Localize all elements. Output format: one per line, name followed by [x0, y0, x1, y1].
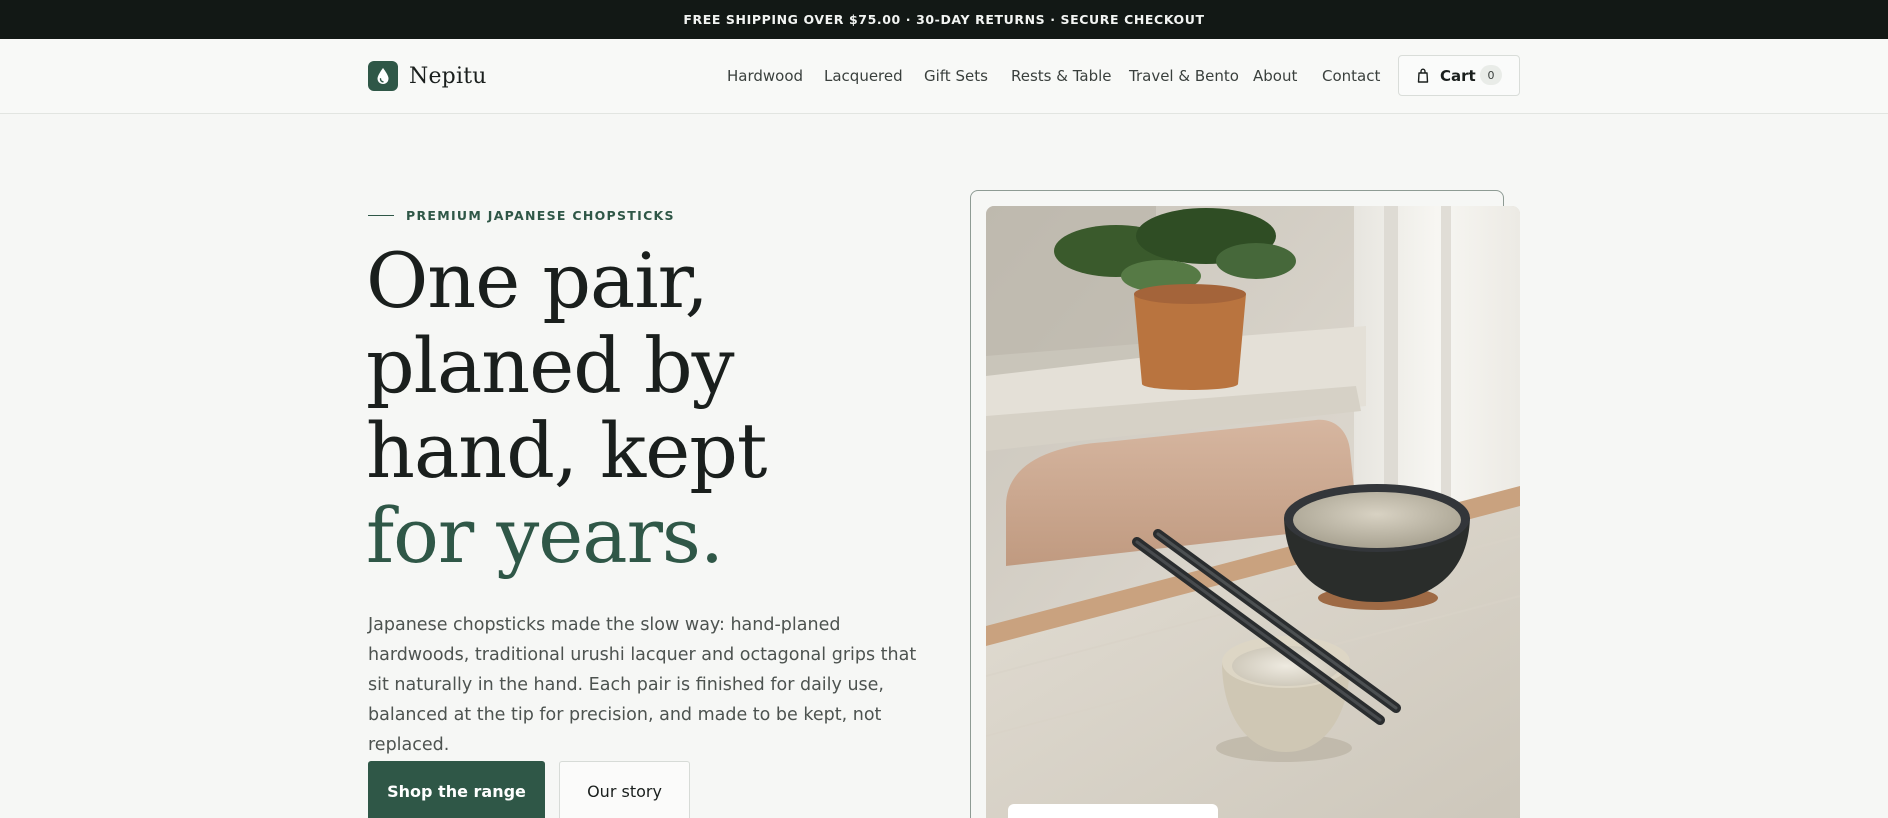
- nav-item-travel-bento[interactable]: Travel & Bento: [1129, 67, 1239, 85]
- hero-headline: One pair, planed by hand, kept for years…: [366, 238, 966, 578]
- our-story-button[interactable]: Our story: [559, 761, 690, 818]
- brand-logo[interactable]: Nepitu: [368, 61, 487, 91]
- brand-name: Nepitu: [409, 63, 487, 89]
- cart-button[interactable]: Cart 0: [1398, 55, 1520, 96]
- nav-item-lacquered[interactable]: Lacquered: [824, 67, 903, 85]
- droplet-icon: [368, 61, 398, 91]
- cart-label: Cart: [1440, 67, 1476, 85]
- announcement-text: FREE SHIPPING OVER $75.00 · 30-DAY RETUR…: [683, 12, 1205, 27]
- headline-line-2: planed by: [366, 321, 735, 410]
- nav-item-contact[interactable]: Contact: [1322, 67, 1380, 85]
- nav-item-gift-sets[interactable]: Gift Sets: [924, 67, 988, 85]
- headline-line-3: hand, kept: [366, 406, 767, 495]
- hero-lead-text: Japanese chopsticks made the slow way: h…: [368, 615, 917, 755]
- hero-eyebrow: PREMIUM JAPANESE CHOPSTICKS: [368, 208, 675, 223]
- nav-item-rests-table[interactable]: Rests & Table: [1011, 67, 1112, 85]
- nav-item-about[interactable]: About: [1253, 67, 1297, 85]
- hero-product-photo: [986, 206, 1520, 818]
- eyebrow-rule: [368, 214, 394, 217]
- photo-overlay-card: [1008, 804, 1218, 818]
- shop-range-button[interactable]: Shop the range: [368, 761, 545, 818]
- announcement-bar: FREE SHIPPING OVER $75.00 · 30-DAY RETUR…: [0, 0, 1888, 39]
- cart-count-badge: 0: [1480, 65, 1502, 85]
- nav-item-hardwood[interactable]: Hardwood: [727, 67, 803, 85]
- eyebrow-text: PREMIUM JAPANESE CHOPSTICKS: [406, 208, 675, 223]
- headline-line-1: One pair,: [366, 236, 709, 325]
- bag-icon: [1417, 68, 1429, 87]
- headline-accent: for years.: [366, 491, 724, 580]
- site-header: Nepitu Hardwood Lacquered Gift Sets Rest…: [0, 39, 1888, 114]
